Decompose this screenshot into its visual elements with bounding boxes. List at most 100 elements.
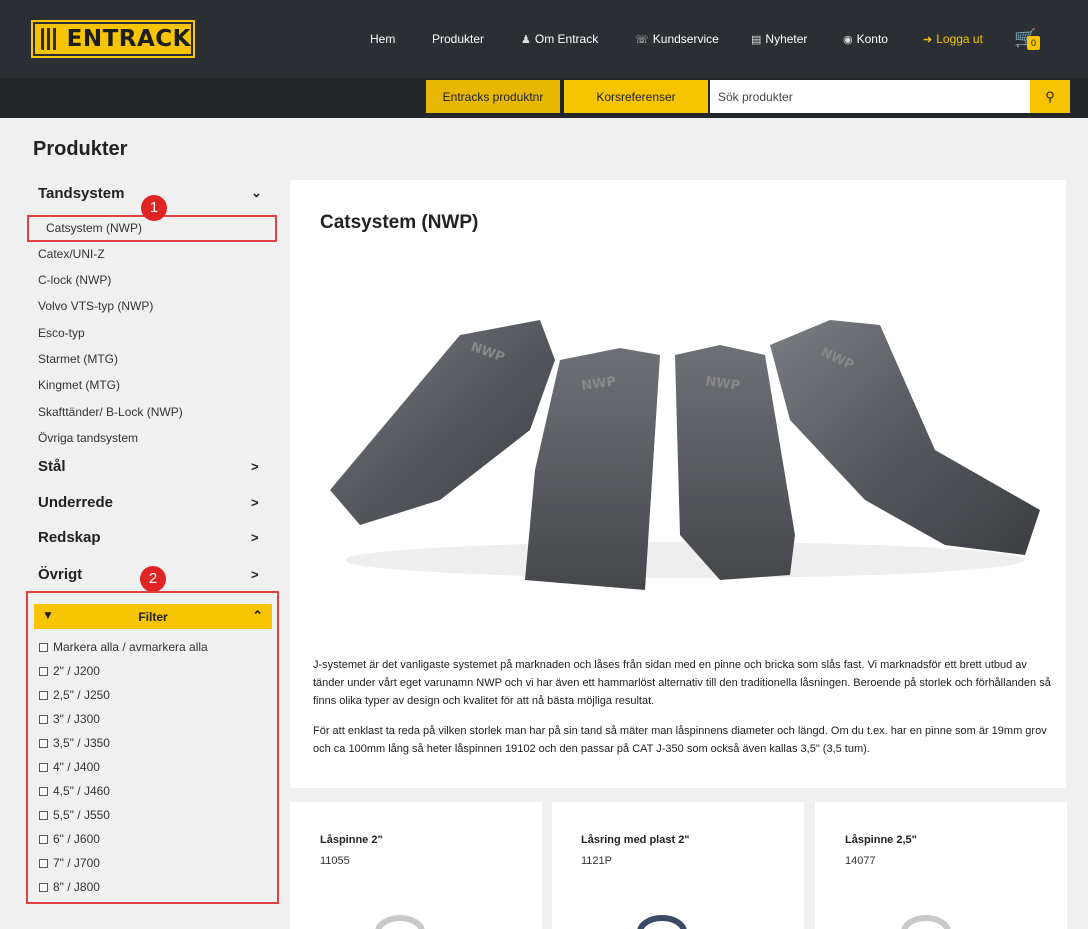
filter-option-label: 6" / J600 <box>53 832 100 846</box>
filter-option-label: 8" / J800 <box>53 880 100 894</box>
filter-option-j350[interactable]: 3,5" / J350 <box>39 736 110 750</box>
chevron-right-icon[interactable]: > <box>251 459 259 474</box>
product-number: 1121P <box>581 855 612 867</box>
nav-account-label: Konto <box>856 32 888 46</box>
checkbox[interactable] <box>39 786 48 796</box>
filter-option-j200[interactable]: 2" / J200 <box>39 664 100 678</box>
category-underrede[interactable]: Underrede <box>38 494 113 511</box>
subcategory-c-lock[interactable]: C-lock (NWP) <box>38 273 111 287</box>
chevron-up-icon: ⌃ <box>252 608 263 623</box>
nav-account[interactable]: ◉ Konto <box>843 32 888 46</box>
nav-products[interactable]: Produkter <box>432 32 484 46</box>
filter-option-j400[interactable]: 4" / J400 <box>39 760 100 774</box>
search-icon: ⚲ <box>1045 88 1055 104</box>
checkbox[interactable] <box>39 642 48 652</box>
entrack-logo[interactable]: ENTRACK <box>31 20 195 58</box>
people-icon: ♟ <box>521 33 531 46</box>
subcategory-starmet[interactable]: Starmet (MTG) <box>38 352 118 366</box>
search-button[interactable]: ⚲ <box>1030 80 1070 113</box>
subcategory-catex[interactable]: Catex/UNI-Z <box>38 247 105 261</box>
category-title: Catsystem (NWP) <box>320 212 479 233</box>
filter-option-label: 3,5" / J350 <box>53 736 110 750</box>
filter-option-label: 2,5" / J250 <box>53 688 110 702</box>
subcategory-volvo[interactable]: Volvo VTS-typ (NWP) <box>38 299 153 313</box>
chevron-down-icon[interactable]: ⌄ <box>251 185 262 201</box>
nav-about[interactable]: ♟ Om Entrack <box>521 32 598 46</box>
logo-mark-icon <box>41 28 59 50</box>
logo-text: ENTRACK <box>66 26 191 52</box>
annotation-marker-2: 2 <box>140 566 166 592</box>
filter-option-label: 3" / J300 <box>53 712 100 726</box>
product-number: 11055 <box>320 855 350 867</box>
description-paragraph-2: För att enklast ta reda på vilken storle… <box>313 725 1047 755</box>
filter-option-j800[interactable]: 8" / J800 <box>39 880 100 894</box>
user-icon: ◉ <box>843 33 853 46</box>
top-navigation: ENTRACK Hem Produkter ♟ Om Entrack ☏ Kunds… <box>0 0 1088 78</box>
product-thumbnail <box>375 915 425 929</box>
product-number: 14077 <box>845 855 876 867</box>
checkbox[interactable] <box>39 810 48 820</box>
annotation-marker-1: 1 <box>141 195 167 221</box>
logout-icon: ➜ <box>923 33 933 46</box>
chevron-right-icon[interactable]: > <box>251 567 259 582</box>
nav-home-label: Hem <box>370 32 396 46</box>
product-name[interactable]: Låspinne 2,5" <box>845 834 917 846</box>
filter-title: Filter <box>138 610 168 624</box>
filter-option-j550[interactable]: 5,5" / J550 <box>39 808 110 822</box>
filter-option-label: 2" / J200 <box>53 664 100 678</box>
checkbox[interactable] <box>39 858 48 868</box>
cart-button[interactable]: 🛒 0 <box>1014 28 1042 50</box>
filter-header[interactable]: ▼ Filter ⌃ <box>34 604 272 629</box>
checkbox[interactable] <box>39 714 48 724</box>
filter-option-j600[interactable]: 6" / J600 <box>39 832 100 846</box>
filter-option-label: 4,5" / J460 <box>53 784 110 798</box>
product-thumbnail <box>637 915 687 929</box>
nav-products-label: Produkter <box>432 32 485 46</box>
cart-count-badge: 0 <box>1027 36 1040 50</box>
filter-option-j300[interactable]: 3" / J300 <box>39 712 100 726</box>
checkbox[interactable] <box>39 738 48 748</box>
subcategory-ovriga[interactable]: Övriga tandsystem <box>38 431 138 445</box>
filter-option-label: Markera alla / avmarkera alla <box>53 640 208 654</box>
nav-logout[interactable]: ➜ Logga ut <box>923 32 983 46</box>
filter-option-j700[interactable]: 7" / J700 <box>39 856 100 870</box>
chevron-right-icon[interactable]: > <box>251 495 259 510</box>
chevron-right-icon[interactable]: > <box>251 530 259 545</box>
nav-about-label: Om Entrack <box>534 32 599 46</box>
category-stal[interactable]: Stål <box>38 458 66 475</box>
nav-news-label: Nyheter <box>765 32 808 46</box>
subcategory-catsystem[interactable]: Catsystem (NWP) <box>46 221 142 235</box>
search-tab-product-number[interactable]: Entracks produktnr <box>426 80 560 113</box>
checkbox[interactable] <box>39 882 48 892</box>
checkbox[interactable] <box>39 690 48 700</box>
nav-home[interactable]: Hem <box>370 32 395 46</box>
newspaper-icon: ▤ <box>751 33 762 46</box>
category-tandsystem[interactable]: Tandsystem <box>38 185 124 202</box>
nav-support-label: Kundservice <box>652 32 719 46</box>
filter-option-j250[interactable]: 2,5" / J250 <box>39 688 110 702</box>
filter-option-j460[interactable]: 4,5" / J460 <box>39 784 110 798</box>
nav-news[interactable]: ▤ Nyheter <box>751 32 807 46</box>
filter-option-all[interactable]: Markera alla / avmarkera alla <box>39 640 208 654</box>
bucket-teeth-image: NWP NWP NWP NWP <box>330 320 1040 590</box>
description-paragraph-1: J-systemet är det vanligaste systemet på… <box>313 659 1051 707</box>
subcategory-kingmet[interactable]: Kingmet (MTG) <box>38 378 120 392</box>
checkbox[interactable] <box>39 666 48 676</box>
subcategory-skafttander[interactable]: Skafttänder/ B-Lock (NWP) <box>38 405 183 419</box>
nav-support[interactable]: ☏ Kundservice <box>635 32 719 46</box>
headset-icon: ☏ <box>635 33 649 46</box>
product-name[interactable]: Låspinne 2" <box>320 834 383 846</box>
product-name[interactable]: Låsring med plast 2" <box>581 834 690 846</box>
search-input[interactable] <box>710 80 1030 113</box>
subcategory-esco[interactable]: Esco-typ <box>38 326 85 340</box>
search-tab-cross-reference[interactable]: Korsreferenser <box>564 80 708 113</box>
filter-option-label: 4" / J400 <box>53 760 100 774</box>
checkbox[interactable] <box>39 762 48 772</box>
filter-option-label: 7" / J700 <box>53 856 100 870</box>
category-ovrigt[interactable]: Övrigt <box>38 566 82 583</box>
search-bar: Entracks produktnr Korsreferenser ⚲ <box>0 78 1088 118</box>
page-title: Produkter <box>33 138 128 160</box>
category-redskap[interactable]: Redskap <box>38 529 101 546</box>
checkbox[interactable] <box>39 834 48 844</box>
filter-option-label: 5,5" / J550 <box>53 808 110 822</box>
